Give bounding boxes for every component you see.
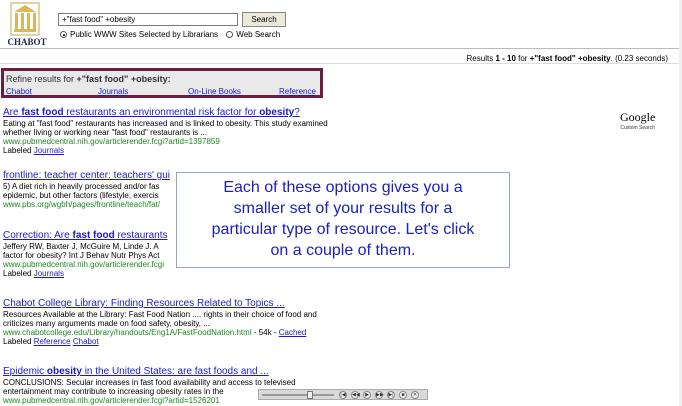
result-title-link[interactable]: Chabot College Library: Finding Resource… [3,298,563,310]
results-stats: Results 1 - 10 for +"fast food" +obesity… [466,54,668,63]
refine-results-box: Refine results for +"fast food" +obesity… [1,68,323,98]
result-snippet: CONCLUSIONS: Secular increases in fast f… [3,378,296,387]
fast-forward-icon[interactable]: ▶▶ [375,391,384,399]
search-result: Are fast food restaurants an environment… [3,107,563,155]
search-input[interactable] [58,13,238,26]
play-icon[interactable]: ▶ [363,391,371,399]
google-caption: Custom Search [620,125,655,131]
logo-wordmark: CHABOT [7,37,47,47]
result-snippet: criticizes many arguments made on food s… [3,319,210,328]
scope-option-web[interactable]: Web Search [226,30,280,39]
search-result: Chabot College Library: Finding Resource… [3,298,563,346]
result-snippet: whether living or working near "fast foo… [3,128,207,137]
label-link-journals[interactable]: Journals [34,269,64,278]
radio-selected-icon[interactable] [60,31,67,38]
media-player-bar: |◀ ◀◀ ▶ ▶▶ ▶| ■ ✕ [258,389,428,400]
close-icon[interactable]: ✕ [411,391,419,399]
stats-divider [0,63,682,64]
seek-track[interactable] [262,394,334,396]
tutorial-callout: Each of these options gives you a smalle… [176,172,510,268]
scope-option-librarians[interactable]: Public WWW Sites Selected by Librarians [60,30,220,39]
refine-link-chabot[interactable]: Chabot [6,87,32,96]
refine-link-reference[interactable]: Reference [279,87,316,96]
radio-unselected-icon[interactable] [226,31,234,38]
rewind-icon[interactable]: ◀◀ [351,391,360,399]
header-divider [0,48,682,49]
result-url: www.pubmedcentral.nih.gov/articlerender.… [3,137,220,146]
callout-line: particular type of resource. Let's click [211,221,475,238]
search-scope: Public WWW Sites Selected by Librarians … [60,30,280,39]
chabot-logo[interactable]: CHABOT [2,2,50,48]
refine-link-online-books[interactable]: On-Line Books [188,87,241,96]
search-button[interactable]: Search [242,12,286,27]
callout-line: smaller set of your results for a [233,200,453,217]
result-labels: Labeled Journals [3,269,64,278]
skip-start-icon[interactable]: |◀ [339,391,347,399]
label-link-chabot[interactable]: Chabot [73,337,99,346]
refine-title: Refine results for +"fast food" +obesity… [6,74,171,84]
result-snippet: Eating at "fast food" restaurants has in… [3,119,328,128]
result-title-link[interactable]: Are fast food restaurants an environment… [3,107,563,119]
cached-link[interactable]: Cached [279,328,307,337]
google-wordmark: Google [620,110,656,124]
result-snippet: Resources Available at the Library: Fast… [3,310,317,319]
callout-line: on a couple of them. [270,242,416,259]
label-link-journals[interactable]: Journals [34,146,64,155]
google-custom-search-logo: Google Custom Search [620,110,655,131]
result-labels: Labeled Journals [3,146,64,155]
stop-icon[interactable]: ■ [399,391,407,399]
result-url: www.chabotcollege.edu/Library/handouts/E… [3,328,252,337]
callout-line: Each of these options gives you a [223,179,463,196]
skip-end-icon[interactable]: ▶| [387,391,395,399]
library-building-icon [10,2,40,36]
result-labels: Labeled Reference Chabot [3,337,99,346]
result-title-link[interactable]: Epidemic obesity in the United States: a… [3,366,563,378]
refine-link-journals[interactable]: Journals [98,87,128,96]
result-meta: www.chabotcollege.edu/Library/handouts/E… [3,328,307,337]
label-link-reference[interactable]: Reference [34,337,71,346]
seek-handle[interactable] [307,391,313,399]
